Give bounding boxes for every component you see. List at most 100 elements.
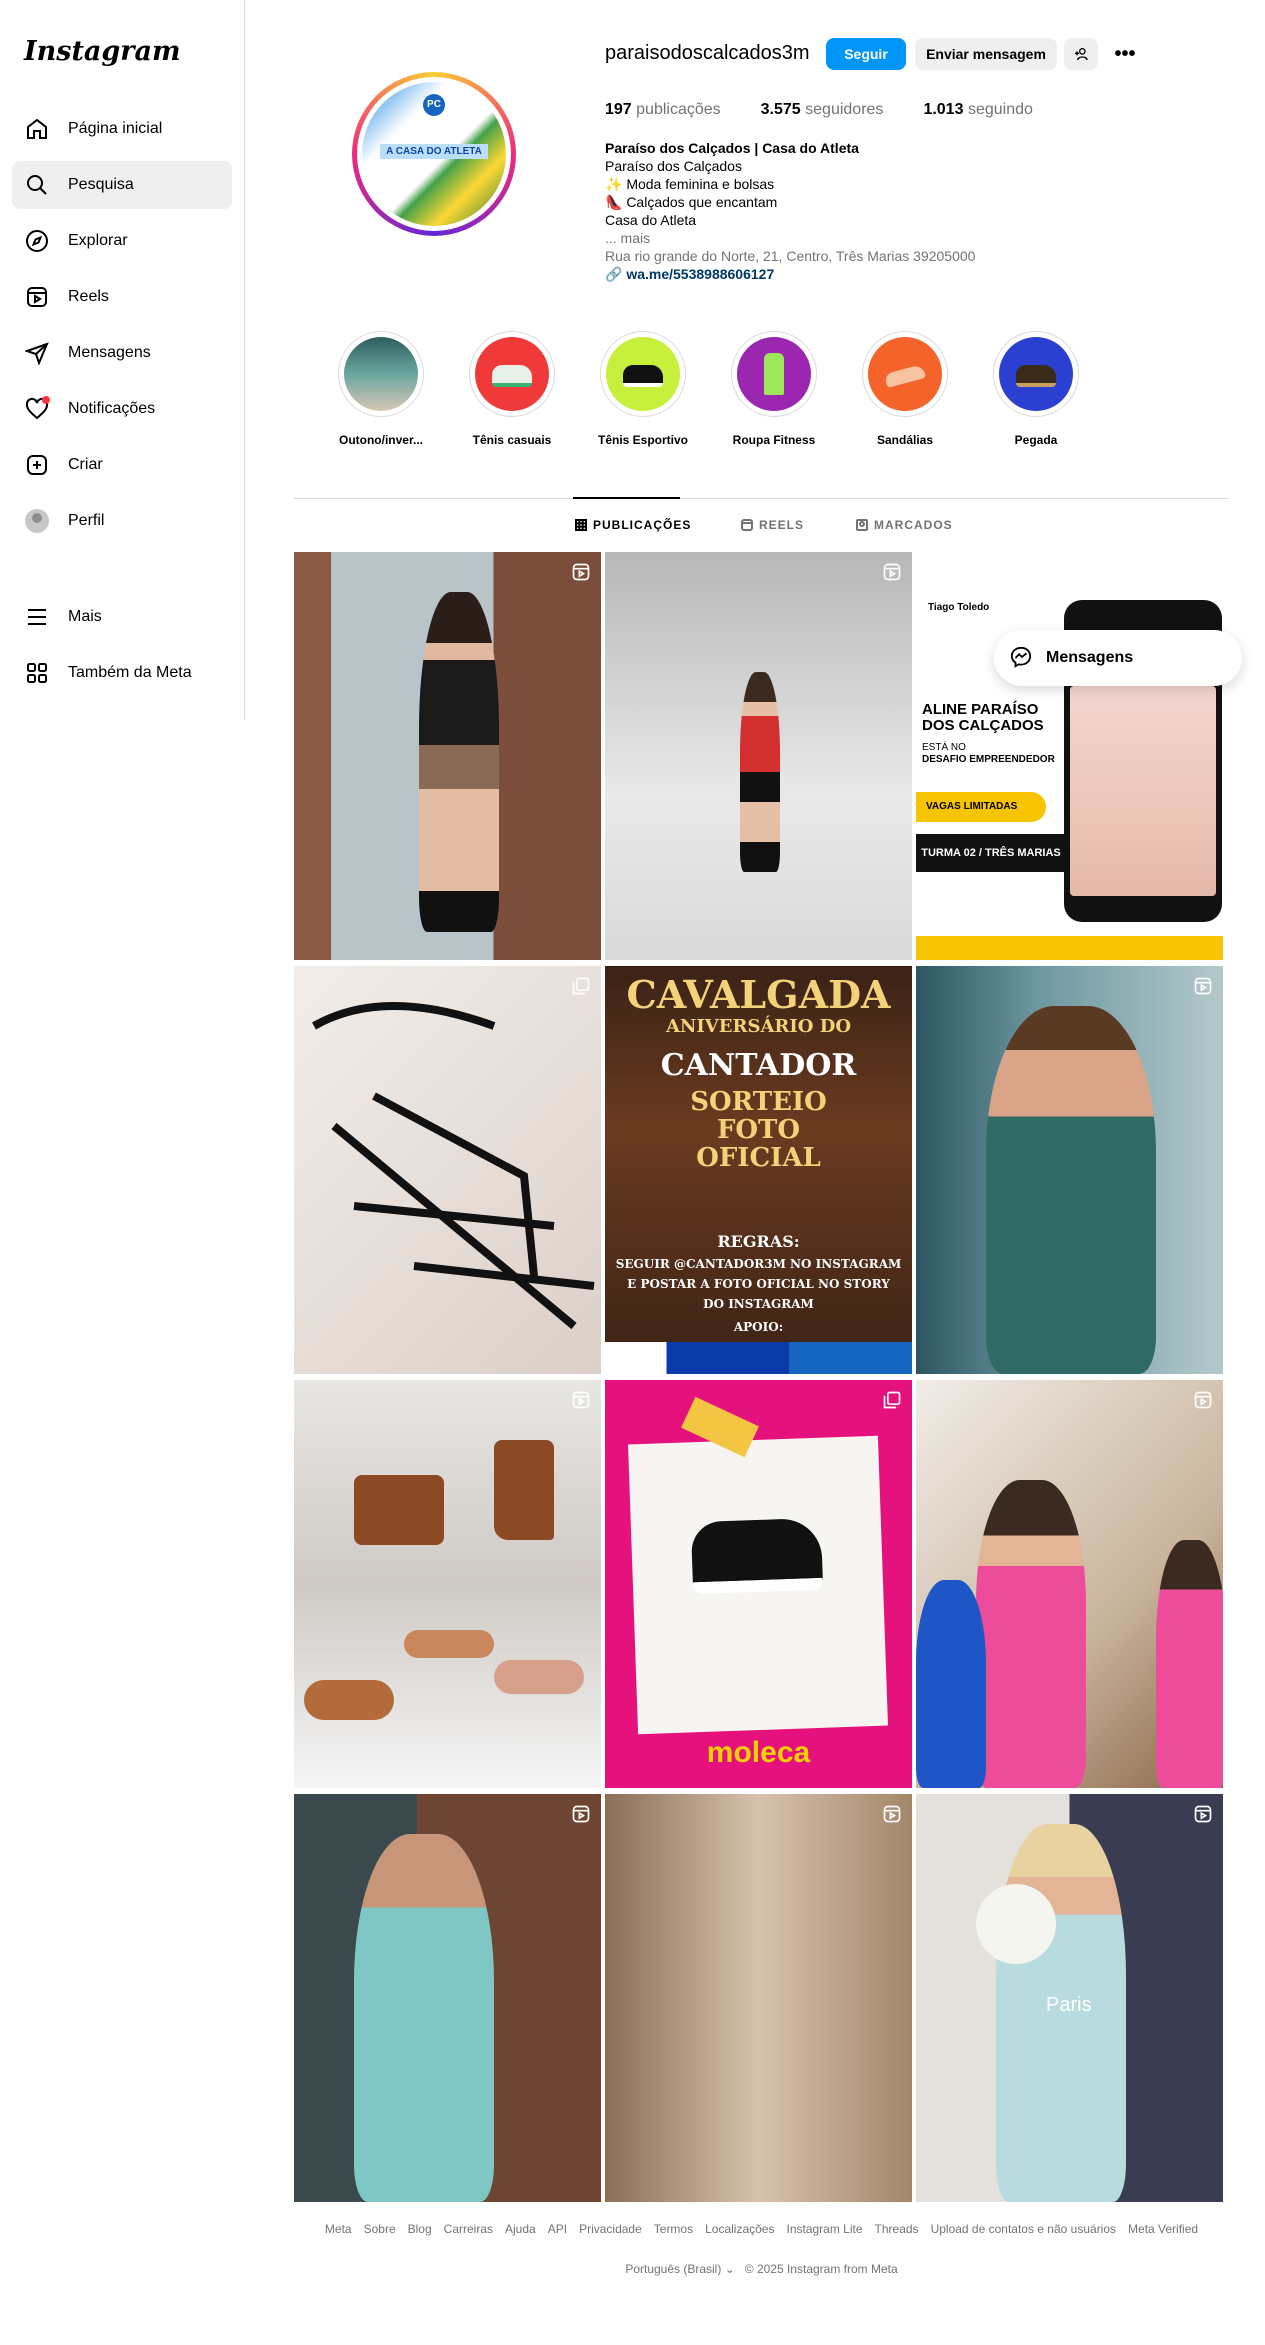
sidebar-item-label: Notificações xyxy=(68,400,156,417)
reels-icon xyxy=(24,284,50,310)
footer-link[interactable]: Privacidade xyxy=(579,2222,642,2236)
tab-tagged[interactable]: MARCADOS xyxy=(856,518,953,532)
compass-icon xyxy=(24,228,50,254)
sidebar-item-messages[interactable]: Mensagens xyxy=(12,329,232,377)
highlight-item[interactable]: Pegada xyxy=(981,331,1091,447)
bio-website-link[interactable]: 🔗 wa.me/5538988606127 xyxy=(605,265,975,283)
post-thumbnail[interactable]: CAVALGADA ANIVERSÁRIO DO CANTADOR SORTEI… xyxy=(605,966,912,1374)
heart-icon xyxy=(24,396,50,422)
sidebar-item-label: Criar xyxy=(68,456,103,473)
carousel-icon xyxy=(571,976,591,996)
footer-link[interactable]: Meta xyxy=(325,2222,352,2236)
post-thumbnail[interactable] xyxy=(294,1380,601,1788)
footer-link[interactable]: Carreiras xyxy=(444,2222,493,2236)
tab-reels[interactable]: REELS xyxy=(741,518,804,532)
tag-icon xyxy=(856,519,868,531)
messages-floating-button[interactable]: Mensagens xyxy=(994,630,1242,686)
post-thumbnail[interactable]: Tiago Toledo ALINE PARAÍSO DOS CALÇADOS … xyxy=(916,552,1223,960)
messenger-icon xyxy=(1010,646,1034,670)
hamburger-icon xyxy=(24,604,50,630)
tab-posts[interactable]: PUBLICAÇÕES xyxy=(575,518,691,532)
reel-icon xyxy=(571,1390,591,1410)
sidebar-item-home[interactable]: Página inicial xyxy=(12,105,232,153)
more-options-button[interactable]: ••• xyxy=(1110,38,1140,70)
highlight-label: Tênis Esportivo xyxy=(597,433,689,447)
footer-link[interactable]: Sobre xyxy=(364,2222,396,2236)
post-subtext: DESAFIO EMPREENDEDOR xyxy=(922,754,1055,765)
sponsor-strip xyxy=(605,1342,912,1374)
highlight-cover xyxy=(868,337,942,411)
language-selector[interactable]: Português (Brasil) ⌄ xyxy=(625,2262,734,2276)
send-message-button[interactable]: Enviar mensagem xyxy=(915,38,1057,70)
sidebar-item-label: Pesquisa xyxy=(68,176,134,193)
post-thumbnail[interactable]: moleca xyxy=(605,1380,912,1788)
follow-button[interactable]: Seguir xyxy=(826,38,906,70)
sidebar-item-label: Página inicial xyxy=(68,120,163,137)
sneaker-icon xyxy=(623,365,663,387)
profile-picture[interactable]: PC A CASA DO ATLETA xyxy=(352,72,516,236)
reel-icon xyxy=(1193,1390,1213,1410)
post-thumbnail[interactable] xyxy=(605,1794,912,2202)
send-icon xyxy=(24,340,50,366)
post-thumbnail[interactable] xyxy=(294,552,601,960)
footer-link[interactable]: Instagram Lite xyxy=(786,2222,862,2236)
highlight-cover xyxy=(475,337,549,411)
avatar xyxy=(25,509,49,533)
flat-shoe-image xyxy=(494,1660,584,1694)
highlight-item[interactable]: Tênis Esportivo xyxy=(588,331,698,447)
plus-square-icon xyxy=(24,452,50,478)
footer-link[interactable]: API xyxy=(548,2222,567,2236)
sidebar-item-notifications[interactable]: Notificações xyxy=(12,385,232,433)
sidebar-item-label: Mais xyxy=(68,608,102,625)
post-thumbnail[interactable] xyxy=(294,966,601,1374)
footer-links: Meta Sobre Blog Carreiras Ajuda API Privacidad… xyxy=(294,2222,1229,2236)
highlight-item[interactable]: Tênis casuais xyxy=(457,331,567,447)
post-thumbnail[interactable]: Paris xyxy=(916,1794,1223,2202)
sidebar-item-search[interactable]: Pesquisa xyxy=(12,161,232,209)
sidebar-item-reels[interactable]: Reels xyxy=(12,273,232,321)
post-thumbnail[interactable] xyxy=(916,1380,1223,1788)
sidebar-item-profile[interactable]: Perfil xyxy=(12,497,232,545)
sidebar-item-also-from-meta[interactable]: Também da Meta xyxy=(12,649,232,697)
footer-link[interactable]: Localizações xyxy=(705,2222,774,2236)
profile-stats: 197 publicações 3.575 seguidores 1.013 s… xyxy=(605,101,1033,119)
suggest-users-button[interactable] xyxy=(1064,38,1098,70)
footer-link[interactable]: Upload de contatos e não usuários xyxy=(931,2222,1116,2236)
sidebar-item-explore[interactable]: Explorar xyxy=(12,217,232,265)
bio-address[interactable]: Rua rio grande do Norte, 21, Centro, Trê… xyxy=(605,247,975,265)
sidebar-item-label: Explorar xyxy=(68,232,128,249)
footer-link[interactable]: Threads xyxy=(875,2222,919,2236)
sidebar-item-label: Também da Meta xyxy=(68,664,192,681)
add-user-icon xyxy=(1075,48,1088,61)
footer-link[interactable]: Blog xyxy=(408,2222,432,2236)
outfit-icon xyxy=(764,353,784,395)
post-rules-title: REGRAS: xyxy=(717,1232,800,1251)
following-count[interactable]: 1.013 seguindo xyxy=(923,101,1032,119)
sidebar-item-create[interactable]: Criar xyxy=(12,441,232,489)
highlight-item[interactable]: Roupa Fitness xyxy=(719,331,829,447)
footer-link[interactable]: Meta Verified xyxy=(1128,2222,1198,2236)
post-thumbnail[interactable] xyxy=(605,552,912,960)
active-tab-indicator xyxy=(573,497,680,499)
post-support: APOIO: xyxy=(733,1320,784,1334)
copyright: © 2025 Instagram from Meta xyxy=(744,2262,898,2276)
flat-shoe-image xyxy=(404,1630,494,1658)
highlight-cover xyxy=(344,337,418,411)
highlight-label: Pegada xyxy=(1014,433,1058,447)
footer-bottom: Português (Brasil) ⌄ © 2025 Instagram fr… xyxy=(294,2262,1229,2276)
bio-more-link[interactable]: ... mais xyxy=(605,229,975,247)
flower-bouquet-image xyxy=(976,1884,1056,1964)
post-thumbnail[interactable] xyxy=(916,966,1223,1374)
highlight-item[interactable]: Outono/inver... xyxy=(326,331,436,447)
post-overlay-text: Paris xyxy=(1046,1994,1092,2016)
post-thumbnail[interactable] xyxy=(294,1794,601,2202)
sneaker-icon xyxy=(492,365,532,387)
instagram-logo[interactable]: Instagram xyxy=(24,36,181,67)
followers-count[interactable]: 3.575 seguidores xyxy=(761,101,884,119)
post-badge-text: VAGAS LIMITADAS xyxy=(916,792,1046,822)
footer-link[interactable]: Ajuda xyxy=(505,2222,536,2236)
highlight-item[interactable]: Sandálias xyxy=(850,331,960,447)
sidebar-item-more[interactable]: Mais xyxy=(12,593,232,641)
footer-link[interactable]: Termos xyxy=(654,2222,693,2236)
highlight-cover xyxy=(606,337,680,411)
